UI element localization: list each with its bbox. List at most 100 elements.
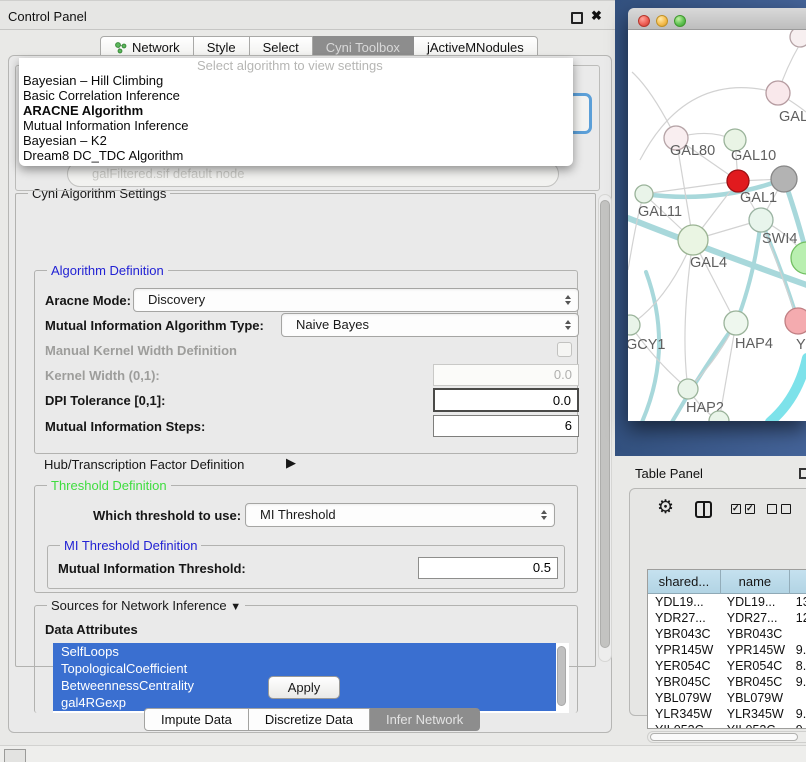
algorithm-option[interactable]: Bayesian – K2 <box>19 133 573 148</box>
table-cell: YER054C <box>648 658 721 674</box>
tab-label: Select <box>263 40 299 55</box>
expand-arrow-icon[interactable]: ▶ <box>286 455 296 471</box>
network-node-hap2[interactable] <box>678 379 698 399</box>
table-cell: YDL19... <box>721 594 790 610</box>
network-window-titlebar[interactable] <box>628 8 806 30</box>
network-edge[interactable] <box>630 240 693 325</box>
table-row[interactable]: YER054CYER054C8. <box>648 658 806 674</box>
dpi-tolerance-field[interactable]: 0.0 <box>433 388 579 412</box>
table-cell <box>790 690 806 706</box>
aracne-mode-combo[interactable]: Discovery <box>133 288 579 312</box>
table-cell: YDR27... <box>648 610 721 626</box>
bottom-strip <box>0 745 806 762</box>
table-row[interactable]: YDR27...YDR27...12 <box>648 610 806 626</box>
algorithm-dropdown: Select algorithm to view settings Bayesi… <box>19 58 573 166</box>
network-node[interactable] <box>771 166 797 192</box>
which-threshold-combo[interactable]: MI Threshold <box>245 503 555 527</box>
algorithm-option[interactable]: Dream8 DC_TDC Algorithm <box>19 148 573 163</box>
tab-impute-data[interactable]: Impute Data <box>144 708 249 731</box>
network-canvas[interactable]: GALGAL80GAL10GAL1GAL11SWI4GAL4GCY1HAP4YH… <box>628 30 806 421</box>
network-node-gal1[interactable] <box>727 170 749 192</box>
table-cell: 9. <box>790 642 806 658</box>
minimize-window-icon[interactable] <box>656 15 668 27</box>
split-columns-icon[interactable] <box>695 501 712 518</box>
table-row[interactable]: YDL19...YDL19...13 <box>648 594 806 610</box>
table-cell: YBL079W <box>721 690 790 706</box>
table-row[interactable]: YPR145WYPR145W9. <box>648 642 806 658</box>
mi-threshold-legend: MI Threshold Definition <box>60 538 201 553</box>
zoom-window-icon[interactable] <box>674 15 686 27</box>
manual-kernel-checkbox[interactable] <box>557 342 572 357</box>
mi-type-combo[interactable]: Naive Bayes <box>281 313 579 337</box>
close-window-icon[interactable] <box>638 15 650 27</box>
table-cell: YBR043C <box>648 626 721 642</box>
float-panel-icon[interactable] <box>571 12 583 24</box>
tab-label: Cyni Toolbox <box>326 40 400 55</box>
column-header[interactable]: shared... <box>648 570 721 594</box>
apply-button[interactable]: Apply <box>268 676 340 699</box>
algorithm-option[interactable]: Bayesian – Hill Climbing <box>19 73 573 88</box>
float-panel-icon[interactable] <box>799 468 806 479</box>
table-cell: YBR045C <box>721 674 790 690</box>
column-header[interactable] <box>790 570 806 594</box>
attribute-item[interactable]: TopologicalCoefficient <box>53 660 556 677</box>
control-panel-title: Control Panel <box>8 9 87 24</box>
table-row[interactable]: YBL079WYBL079W <box>648 690 806 706</box>
deselect-all-icon[interactable] <box>767 504 795 519</box>
list-scrollbar-thumb[interactable] <box>557 646 566 706</box>
column-header[interactable]: name <box>721 570 790 594</box>
table-cell: YDL19... <box>648 594 721 610</box>
network-node-gal[interactable] <box>766 81 790 105</box>
network-node-gcy1[interactable] <box>628 315 640 335</box>
network-node-swi4[interactable] <box>749 208 773 232</box>
kernel-width-label: Kernel Width (0,1): <box>45 368 160 383</box>
table-panel-title: Table Panel <box>635 466 703 481</box>
network-edge[interactable] <box>628 218 806 285</box>
network-node-y[interactable] <box>785 308 806 334</box>
manual-kernel-label: Manual Kernel Width Definition <box>45 343 237 358</box>
tab-infer-network[interactable]: Infer Network <box>370 708 480 731</box>
kernel-width-field[interactable]: 0.0 <box>433 364 579 386</box>
table-scrollbar-thumb[interactable] <box>650 733 798 741</box>
algorithm-option[interactable]: Basic Correlation Inference <box>19 88 573 103</box>
vertical-scrollbar[interactable] <box>598 194 612 662</box>
table-row[interactable]: YLR345WYLR345W9. <box>648 706 806 722</box>
table-cell: YBR045C <box>648 674 721 690</box>
control-panel-dock: Control Panel ✖ NetworkStyleSelectCyni T… <box>0 0 615 745</box>
attribute-item[interactable]: SelfLoops <box>53 643 556 660</box>
network-edge[interactable] <box>770 358 806 421</box>
sources-legend: Sources for Network Inference ▼ <box>47 598 245 613</box>
mi-threshold-field[interactable]: 0.5 <box>418 557 558 579</box>
table-horizontal-scrollbar[interactable] <box>647 731 806 743</box>
hub-definition-label: Hub/Transcription Factor Definition <box>44 457 244 472</box>
aracne-mode-value: Discovery <box>148 292 205 307</box>
network-node[interactable] <box>790 30 806 47</box>
table-row[interactable]: YBR045CYBR045C9. <box>648 674 806 690</box>
node-table[interactable]: shared...name YDL19...YDL19...13YDR27...… <box>647 569 806 729</box>
node-label: GAL11 <box>638 204 682 220</box>
table-cell: YPR145W <box>721 642 790 658</box>
network-node-gal11[interactable] <box>635 185 653 203</box>
mi-steps-field[interactable]: 6 <box>433 415 579 437</box>
table-cell: 13 <box>790 594 806 610</box>
which-threshold-label: Which threshold to use: <box>93 508 241 523</box>
table-header-row: shared...name <box>648 570 806 594</box>
vertical-scrollbar-thumb[interactable] <box>600 200 610 648</box>
algorithm-option[interactable]: ARACNE Algorithm <box>19 103 573 118</box>
select-all-icon[interactable] <box>731 504 759 519</box>
tab-label: jActiveMNodules <box>427 40 524 55</box>
mi-threshold-group: MI Threshold Definition Mutual Informati… <box>47 545 565 589</box>
collapse-arrow-icon[interactable]: ▼ <box>230 601 241 613</box>
gear-icon[interactable]: ⚙ <box>657 498 674 517</box>
network-node-gal4[interactable] <box>678 225 708 255</box>
table-row[interactable]: YIL052CYIL052C9. <box>648 722 806 729</box>
collapsed-panel-button[interactable] <box>4 749 26 762</box>
algorithm-option[interactable]: Mutual Information Inference <box>19 118 573 133</box>
close-panel-icon[interactable]: ✖ <box>591 8 602 24</box>
table-row[interactable]: YBR043CYBR043C <box>648 626 806 642</box>
network-node-hap4[interactable] <box>724 311 748 335</box>
table-cell: YIL052C <box>648 722 721 729</box>
network-edge[interactable] <box>736 220 761 323</box>
table-cell <box>790 626 806 642</box>
tab-discretize-data[interactable]: Discretize Data <box>249 708 370 731</box>
